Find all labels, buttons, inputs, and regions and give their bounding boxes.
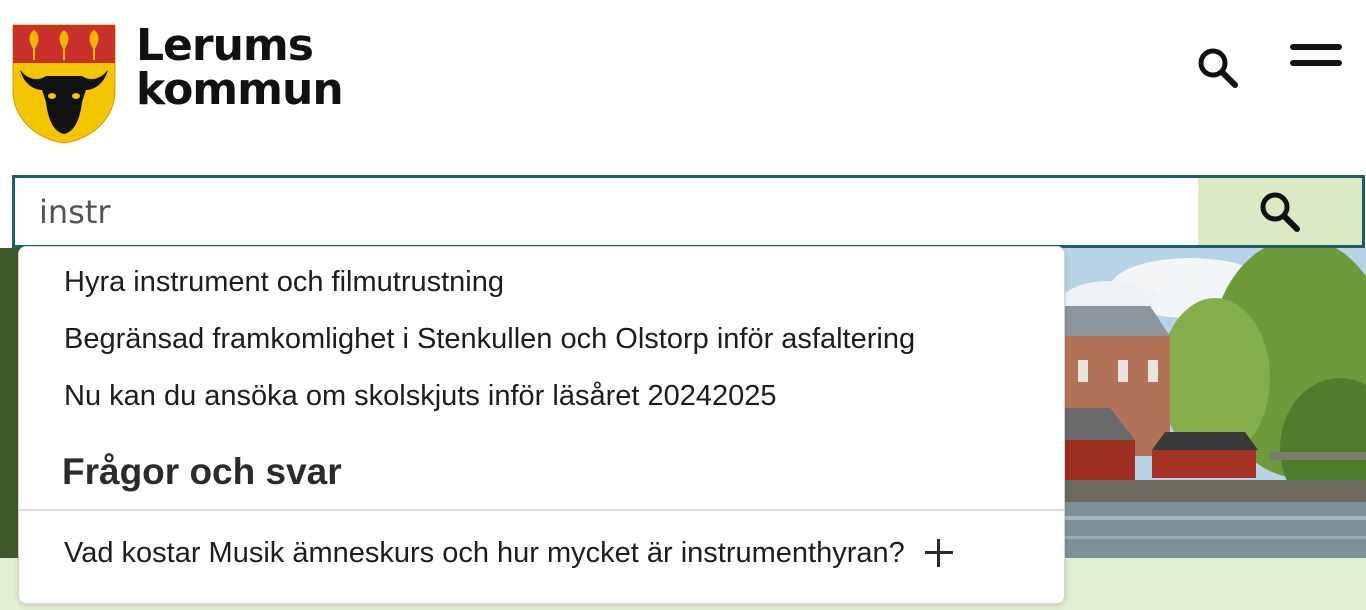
plus-icon[interactable] <box>924 539 953 567</box>
faq-item[interactable]: Vad kostar Musik ämneskurs och hur mycke… <box>64 536 953 570</box>
search-icon <box>1198 48 1238 88</box>
search-submit-button[interactable] <box>1198 178 1362 245</box>
hamburger-menu-icon <box>1290 44 1342 50</box>
suggestion-item[interactable]: Hyra instrument och filmutrustning <box>64 265 504 299</box>
site-logo[interactable]: Lerums kommun <box>12 20 344 144</box>
hamburger-line <box>1290 60 1342 66</box>
coat-of-arms-icon <box>12 24 116 144</box>
divider <box>19 509 1064 511</box>
search-bar <box>12 175 1365 248</box>
site-header: Lerums kommun <box>0 0 1366 176</box>
logo-line-2: kommun <box>136 64 344 115</box>
search-input[interactable] <box>15 178 1198 245</box>
suggestion-item[interactable]: Begränsad framkomlighet i Stenkullen och… <box>64 322 915 356</box>
faq-heading: Frågor och svar <box>62 451 342 492</box>
search-suggestions-dropdown: Hyra instrument och filmutrustning Begrä… <box>18 246 1065 604</box>
faq-question: Vad kostar Musik ämneskurs och hur mycke… <box>64 537 905 569</box>
header-search-button[interactable] <box>1190 40 1246 96</box>
search-icon <box>1260 192 1300 232</box>
site-wordmark: Lerums kommun <box>136 20 344 115</box>
suggestion-item[interactable]: Nu kan du ansöka om skolskjuts inför läs… <box>64 379 777 413</box>
logo-line-1: Lerums <box>136 20 314 71</box>
hamburger-menu-button[interactable] <box>1286 38 1348 78</box>
